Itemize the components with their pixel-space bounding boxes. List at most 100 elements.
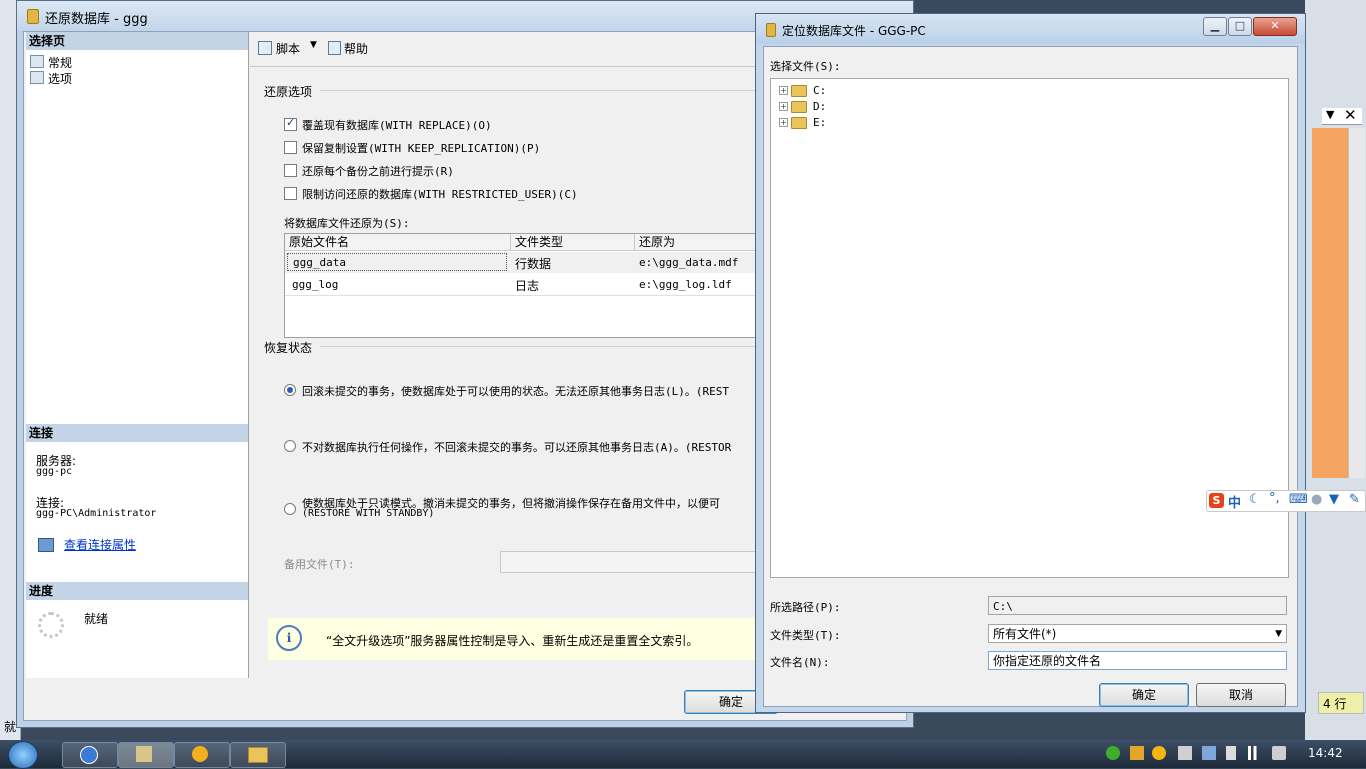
selected-path-label: 所选路径(P):	[770, 601, 841, 614]
file-type-value: 所有文件(*)	[993, 627, 1057, 641]
taskbar: 14:42	[0, 740, 1366, 769]
radio-label-line2: (RESTORE WITH STANDBY)	[302, 508, 435, 519]
radio-button[interactable]	[284, 440, 296, 452]
selected-path-field: C:\	[988, 596, 1287, 615]
radio-button[interactable]	[284, 384, 296, 396]
window-title: 定位数据库文件 - GGG-PC	[782, 24, 926, 38]
checkbox-label: 还原每个备份之前进行提示(R)	[302, 165, 454, 178]
folder-icon	[791, 117, 807, 129]
checkbox[interactable]	[284, 141, 297, 154]
restore-options-header: 还原选项	[264, 85, 313, 99]
background-status: 就	[4, 720, 17, 734]
keyboard-icon[interactable]: ⌨	[1289, 492, 1308, 507]
column-header-restore-as[interactable]: 还原为	[635, 234, 765, 251]
file-name-input[interactable]: 你指定还原的文件名	[988, 651, 1287, 670]
connection-header: 连接	[26, 424, 248, 442]
page-icon	[30, 71, 44, 84]
tray-browser-icon[interactable]	[1152, 746, 1166, 760]
progress-header: 进度	[26, 582, 248, 600]
checkbox-label: 保留复制设置(WITH KEEP_REPLICATION)(P)	[302, 142, 541, 155]
checkbox[interactable]: ✓	[284, 116, 297, 131]
signal-icon[interactable]	[1248, 746, 1262, 760]
script-label: 脚本	[276, 42, 301, 56]
settings-wrench-icon[interactable]: ✎	[1349, 492, 1360, 507]
restore-files-grid: 原始文件名 文件类型 还原为 ggg_data 行数据 e:\ggg_data.…	[284, 233, 766, 338]
chevron-down-icon[interactable]: ▼	[310, 40, 317, 50]
table-row[interactable]: ggg_log 日志 e:\ggg_log.ldf	[285, 274, 765, 296]
cell-restore-as[interactable]: e:\ggg_data.mdf	[639, 256, 738, 269]
info-message: “全文升级选项”服务器属性控制是导入、重新生成还是重置全文索引。	[326, 634, 699, 648]
close-icon[interactable]: ✕	[1344, 106, 1357, 124]
taskbar-app-browser[interactable]	[174, 742, 230, 768]
chevron-down-icon[interactable]: ▼	[1326, 108, 1334, 121]
radio-label: 不对数据库执行任何操作，不回滚未提交的事务。可以还原其他事务日志(A)。(RES…	[302, 441, 732, 454]
checkmark-icon: ✓	[286, 116, 296, 129]
skin-icon[interactable]: ▼	[1329, 492, 1339, 507]
connection-value: ggg-PC\Administrator	[36, 508, 157, 519]
taskbar-app-ssms[interactable]	[62, 742, 118, 768]
file-type-label: 文件类型(T):	[770, 629, 841, 642]
expand-icon[interactable]: +	[779, 118, 788, 127]
app-icon	[80, 746, 98, 764]
background-panel-header: ▼ ✕	[1322, 106, 1362, 125]
file-type-select[interactable]: 所有文件(*) ▼	[988, 624, 1287, 643]
minimize-button[interactable]: ▁	[1203, 17, 1227, 36]
server-value: ggg-pc	[36, 466, 73, 477]
ok-button[interactable]: 确定	[1099, 683, 1189, 707]
recovery-state-header: 恢复状态	[264, 341, 313, 355]
database-icon	[27, 9, 39, 24]
close-icon: ✕	[1270, 19, 1280, 32]
clock-time[interactable]: 14:42	[1308, 746, 1343, 760]
close-button[interactable]: ✕	[1253, 17, 1297, 36]
column-header-file-type[interactable]: 文件类型	[511, 234, 635, 251]
chevron-down-icon[interactable]: ▼	[1275, 625, 1282, 644]
taskbar-app-explorer[interactable]	[230, 742, 286, 768]
tray-app-icon[interactable]	[1130, 746, 1144, 760]
title-bar: 定位数据库文件 - GGG-PC ▁ □ ✕	[756, 14, 1305, 44]
cell-name[interactable]: ggg_data	[287, 253, 507, 271]
restore-files-label: 将数据库文件还原为(S):	[284, 217, 410, 230]
file-name-label: 文件名(N):	[770, 656, 830, 669]
info-icon: i	[276, 625, 302, 651]
database-icon	[766, 23, 776, 37]
checkbox-label: 限制访问还原的数据库(WITH RESTRICTED_USER)(C)	[302, 188, 578, 201]
expand-icon[interactable]: +	[779, 102, 788, 111]
tray-device-icon[interactable]	[1226, 746, 1236, 760]
punctuation-icon[interactable]: °,	[1269, 491, 1280, 506]
table-row[interactable]: ggg_data 行数据 e:\ggg_data.mdf	[285, 252, 765, 273]
page-label-general: 常规	[48, 56, 73, 70]
tray-flag-icon[interactable]	[1178, 746, 1192, 760]
cell-name[interactable]: ggg_log	[292, 278, 338, 291]
minimize-icon: ▁	[1210, 19, 1220, 32]
checkbox[interactable]	[284, 164, 297, 177]
start-button-icon[interactable]	[8, 741, 38, 769]
window-title: 还原数据库 - ggg	[45, 12, 148, 27]
progress-status: 就绪	[84, 612, 109, 626]
background-scrollbar[interactable]	[1348, 128, 1365, 478]
maximize-icon: □	[1234, 19, 1246, 32]
tray-add-icon[interactable]	[1106, 746, 1120, 760]
maximize-button[interactable]: □	[1228, 17, 1252, 36]
radio-button[interactable]	[284, 503, 296, 515]
view-connection-properties-link[interactable]: 查看连接属性	[64, 536, 136, 553]
volume-icon[interactable]	[1272, 746, 1286, 760]
column-header-original-name[interactable]: 原始文件名	[285, 234, 511, 251]
checkbox-label: 覆盖现有数据库(WITH REPLACE)(O)	[302, 119, 492, 132]
half-width-icon[interactable]: ☾	[1249, 492, 1261, 507]
tree-item-label: E:	[813, 116, 827, 129]
ime-language[interactable]: 中	[1228, 492, 1241, 511]
dialog-body: 选择文件(S): + C: + D: + E: 所选路径(P): C:\ 文件类…	[763, 46, 1298, 707]
folder-icon	[791, 85, 807, 97]
tray-network-icon[interactable]	[1202, 746, 1216, 760]
cell-restore-as[interactable]: e:\ggg_log.ldf	[639, 278, 732, 291]
expand-icon[interactable]: +	[779, 86, 788, 95]
tree-item-label: C:	[813, 84, 827, 97]
cancel-button[interactable]: 取消	[1196, 683, 1286, 707]
taskbar-app-tools[interactable]	[118, 742, 174, 768]
user-icon[interactable]: ●	[1311, 492, 1322, 507]
checkbox[interactable]	[284, 187, 297, 200]
sogou-logo-icon[interactable]: S	[1209, 493, 1224, 508]
rows-count: 4 行	[1318, 692, 1364, 714]
background-orange-panel	[1312, 128, 1348, 478]
radio-label: 回滚未提交的事务，使数据库处于可以使用的状态。无法还原其他事务日志(L)。(RE…	[302, 385, 729, 398]
